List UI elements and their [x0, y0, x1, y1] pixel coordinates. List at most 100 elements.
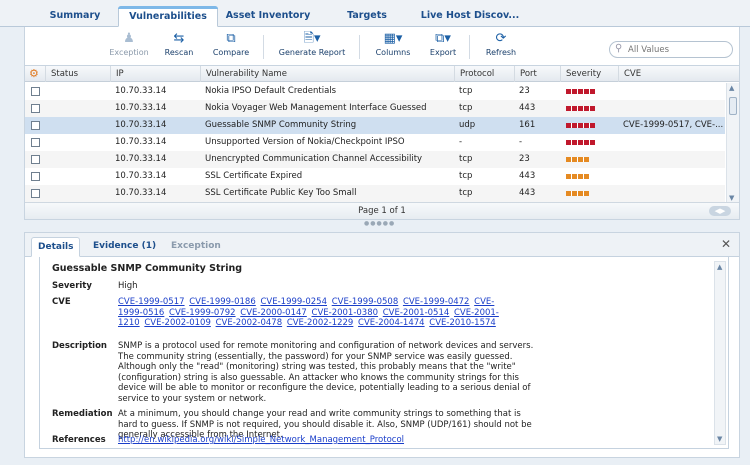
column-header-severity[interactable]: Severity: [560, 66, 618, 82]
cve-link[interactable]: CVE-1999-0508: [332, 297, 399, 307]
tab-vulnerabilities-label: Vulnerabilities: [129, 11, 207, 22]
tab-evidence[interactable]: Evidence (1): [87, 237, 162, 257]
row-checkbox[interactable]: [31, 189, 40, 198]
tab-live-host-discovery[interactable]: Live Host Discov...: [414, 6, 526, 27]
cve-link[interactable]: CVE-2002-0478: [216, 318, 283, 328]
generate-report-label: Generate Report: [278, 48, 346, 57]
cve-link[interactable]: CVE-2010-1574: [429, 318, 496, 328]
cve-link[interactable]: CVE-1999-0186: [189, 297, 256, 307]
column-header-vulnerability-name[interactable]: Vulnerability Name: [200, 66, 454, 82]
severity-medium-bar: [566, 157, 589, 162]
compare-label: Compare: [212, 48, 250, 57]
tab-targets[interactable]: Targets: [330, 6, 404, 27]
columns-label: Columns: [375, 48, 411, 57]
report-icon: 🗎▾: [303, 31, 321, 46]
row-checkbox[interactable]: [31, 172, 40, 181]
main-tab-bar: Summary Vulnerabilities Asset Inventory …: [0, 0, 750, 27]
row-checkbox[interactable]: [31, 121, 40, 130]
scroll-thumb[interactable]: [729, 97, 737, 115]
grid-vertical-scrollbar[interactable]: ▲ ▼: [726, 83, 739, 203]
details-content: Guessable SNMP Community String Severity…: [39, 257, 729, 449]
column-header-cve[interactable]: CVE: [618, 66, 724, 82]
column-header-port[interactable]: Port: [514, 66, 560, 82]
close-icon[interactable]: ✕: [721, 237, 731, 251]
splitter-handle-icon[interactable]: ●●●●●: [364, 220, 395, 227]
cve-link[interactable]: CVE-2001-0514: [383, 308, 450, 318]
cve-link[interactable]: CVE-1999-0254: [260, 297, 327, 307]
tab-vulnerabilities[interactable]: Vulnerabilities: [118, 6, 218, 27]
reference-link[interactable]: http://en.wikipedia.org/wiki/Simple_Netw…: [118, 435, 404, 445]
export-button[interactable]: ⧉▾ Export: [425, 31, 461, 59]
cell-protocol: tcp: [459, 171, 473, 181]
toolbar-divider: [469, 35, 470, 59]
toolbar-divider: [263, 35, 264, 59]
tab-summary[interactable]: Summary: [32, 6, 118, 27]
column-header-protocol[interactable]: Protocol: [454, 66, 514, 82]
cve-link[interactable]: CVE-2002-0109: [144, 318, 211, 328]
compare-button[interactable]: ⧉ Compare: [209, 31, 253, 59]
cve-link[interactable]: CVE-2004-1474: [358, 318, 425, 328]
refresh-button[interactable]: ⟳ Refresh: [481, 31, 521, 59]
exception-button[interactable]: ♟ Exception: [107, 31, 151, 59]
cve-link[interactable]: CVE-2001-0380: [312, 308, 379, 318]
cve-link-list: CVE-1999-0517 CVE-1999-0186 CVE-1999-025…: [118, 297, 518, 329]
row-checkbox[interactable]: [31, 87, 40, 96]
vulnerability-title: Guessable SNMP Community String: [52, 263, 243, 274]
export-label: Export: [429, 48, 457, 57]
cell-port: 443: [519, 103, 536, 113]
column-header-status[interactable]: Status: [45, 66, 109, 82]
generate-report-button[interactable]: 🗎▾ Generate Report: [275, 31, 349, 59]
scroll-up-icon[interactable]: ▲: [729, 84, 734, 92]
columns-button[interactable]: ▦▾ Columns: [369, 31, 417, 59]
column-header-ip[interactable]: IP: [110, 66, 200, 82]
cell-vulnerability-name: SSL Certificate Public Key Too Small: [205, 188, 357, 198]
columns-icon: ▦▾: [383, 31, 403, 46]
scroll-down-icon[interactable]: ▼: [729, 194, 734, 202]
cell-port: 161: [519, 120, 536, 130]
references-label: References: [52, 435, 106, 445]
scroll-up-icon[interactable]: ▲: [717, 263, 722, 271]
row-checkbox[interactable]: [31, 138, 40, 147]
row-checkbox[interactable]: [31, 104, 40, 113]
severity-high-bar: [566, 106, 595, 111]
table-row-selected[interactable]: 10.70.33.14 Guessable SNMP Community Str…: [25, 117, 725, 134]
tab-details[interactable]: Details: [31, 237, 81, 257]
cell-port: -: [519, 137, 523, 147]
severity-high-bar: [566, 89, 595, 94]
table-row[interactable]: 10.70.33.14 SSL Certificate Expired tcp …: [25, 168, 725, 185]
page-nav-arrows-icon[interactable]: ◀▶: [709, 206, 731, 216]
cell-protocol: udp: [459, 120, 476, 130]
cell-vulnerability-name: Nokia IPSO Default Credentials: [205, 86, 337, 96]
tab-asset-inventory[interactable]: Asset Inventory: [222, 6, 314, 27]
severity-value: High: [118, 281, 138, 291]
cell-port: 23: [519, 154, 530, 164]
cell-protocol: -: [459, 137, 463, 147]
details-vertical-scrollbar[interactable]: ▲ ▼: [714, 261, 726, 445]
details-tab-bar: Details Evidence (1) Exception: [25, 233, 739, 257]
cve-link[interactable]: CVE-2002-1229: [287, 318, 354, 328]
table-row[interactable]: 10.70.33.14 Unencrypted Communication Ch…: [25, 151, 725, 168]
cve-link[interactable]: CVE-1999-0472: [403, 297, 470, 307]
cve-link[interactable]: CVE-2000-0147: [240, 308, 307, 318]
row-checkbox[interactable]: [31, 155, 40, 164]
settings-gear-icon[interactable]: ⚙: [29, 67, 39, 81]
cell-ip: 10.70.33.14: [115, 120, 167, 130]
cell-cve: [618, 83, 623, 100]
table-row[interactable]: 10.70.33.14 Nokia IPSO Default Credentia…: [25, 83, 725, 100]
cell-ip: 10.70.33.14: [115, 86, 167, 96]
user-exception-icon: ♟: [123, 31, 135, 46]
cve-link[interactable]: CVE-1999-0517: [118, 297, 185, 307]
search-input[interactable]: [628, 43, 728, 56]
cell-vulnerability-name: Nokia Voyager Web Management Interface G…: [205, 103, 427, 113]
table-row[interactable]: 10.70.33.14 Unsupported Version of Nokia…: [25, 134, 725, 151]
table-row[interactable]: 10.70.33.14 Nokia Voyager Web Management…: [25, 100, 725, 117]
rescan-button[interactable]: ⇆ Rescan: [159, 31, 199, 59]
cve-label: CVE: [52, 297, 71, 307]
scroll-down-icon[interactable]: ▼: [717, 435, 722, 443]
active-tab-indicator: [118, 6, 218, 9]
cell-cve: [618, 100, 623, 117]
tab-exception[interactable]: Exception: [165, 237, 227, 257]
cell-ip: 10.70.33.14: [115, 188, 167, 198]
cve-link[interactable]: CVE-1999-0792: [169, 308, 236, 318]
table-row[interactable]: 10.70.33.14 SSL Certificate Public Key T…: [25, 185, 725, 202]
